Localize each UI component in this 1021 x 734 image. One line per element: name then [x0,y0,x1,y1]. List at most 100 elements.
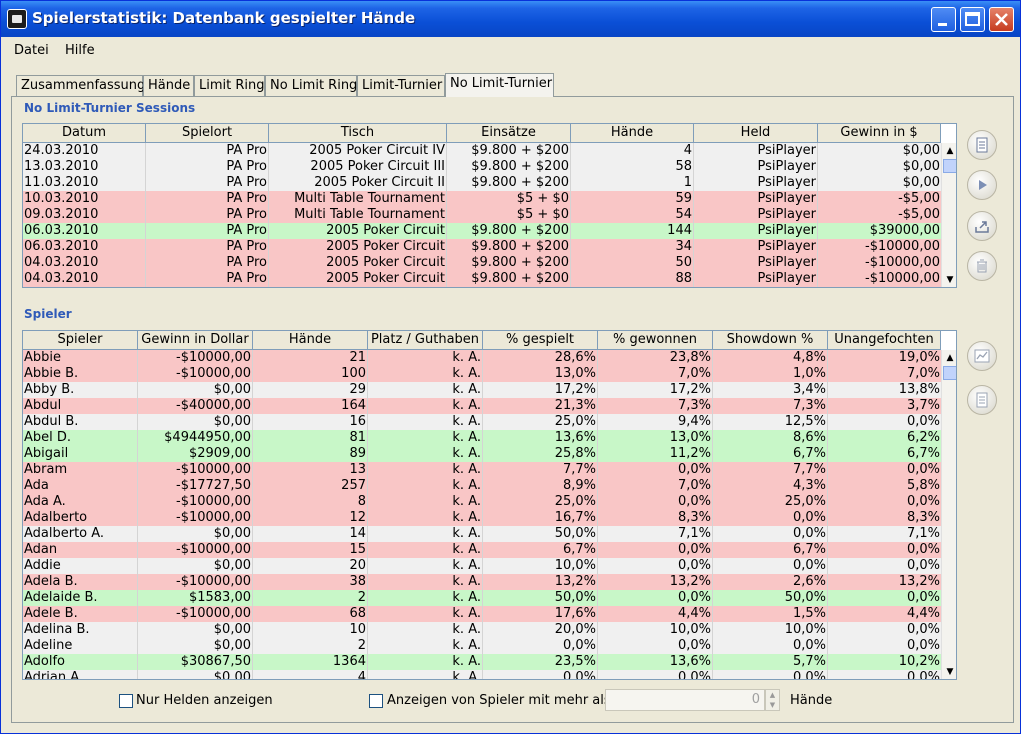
col-spieler[interactable]: Spieler [23,331,138,350]
player-row[interactable]: Abby B. $0,00 29 k. A. 17,2% 17,2% 3,4% 13,8% [23,382,941,398]
player-row[interactable]: Adele B. -$10000,00 68 k. A. 17,6% 4,4% 1,5% 4,… [23,606,941,622]
session-row[interactable]: 10.03.2010 PA Pro Multi Table Tournament $5… [23,191,941,207]
session-row[interactable]: 04.03.2010 PA Pro 2005 Poker Circuit $9.800… [23,255,941,271]
delete-button[interactable] [967,251,997,281]
player-row[interactable]: Adelina B. $0,00 10 k. A. 20,0% 10,0% 10,0% 0,0… [23,622,941,638]
scroll-up-icon[interactable]: ▲ [942,350,956,366]
player-row-cell: -$10000,00 [138,574,253,590]
scroll-down-icon[interactable]: ▼ [942,272,956,287]
player-row-cell: 13,0% [598,430,713,446]
col-unangefochten[interactable]: Unangefochten [828,331,941,350]
session-row-cell: $9.800 + $200 [447,271,571,287]
spin-up-icon[interactable]: ▲ [766,690,779,700]
replay-button[interactable] [967,170,997,200]
player-row-cell: -$10000,00 [138,494,253,510]
sessions-header: Datum Spielort Tisch Einsätze Hände Held… [23,124,941,143]
player-row-cell: Ada [23,478,138,494]
min-hands-stepper[interactable]: ▲ ▼ [765,689,780,711]
col-haende[interactable]: Hände [253,331,368,350]
menu-hilfe[interactable]: Hilfe [65,43,95,58]
tab-no-limit-turnier[interactable]: No Limit-Turnier [445,73,554,97]
session-row[interactable]: 24.03.2010 PA Pro 2005 Poker Circuit IV $9.… [23,143,941,159]
col-gewinn[interactable]: Gewinn in $ [818,124,941,143]
session-row-cell: 06.03.2010 [23,239,146,255]
player-row[interactable]: Abdul -$40000,00 164 k. A. 21,3% 7,3% 7,3% 3,7% [23,398,941,414]
player-row[interactable]: Adalberto A. $0,00 14 k. A. 50,0% 7,1% 0,0% 7,1… [23,526,941,542]
session-row[interactable]: 06.03.2010 PA Pro 2005 Poker Circuit $9.800… [23,239,941,255]
session-row-cell: $39000,00 [869,223,940,238]
session-row-cell: Multi Table Tournament [269,207,447,223]
col-datum[interactable]: Datum [23,124,146,143]
col-showdown[interactable]: Showdown % [713,331,828,350]
player-row-cell: 0,0% [713,526,828,542]
graph-button[interactable] [967,341,997,371]
player-row[interactable]: Adalberto -$10000,00 12 k. A. 16,7% 8,3% 0,0% 8… [23,510,941,526]
session-row-cell: PA Pro [146,223,269,239]
tab-haende[interactable]: Hände [143,75,194,96]
player-row[interactable]: Abdul B. $0,00 16 k. A. 25,0% 9,4% 12,5% 0,0% [23,414,941,430]
col-gespielt[interactable]: % gespielt [483,331,598,350]
player-row[interactable]: Abel D. $4944950,00 81 k. A. 13,6% 13,0% 8,6% 6… [23,430,941,446]
player-row-cell: $0,00 [138,526,253,542]
player-row[interactable]: Ada -$17727,50 257 k. A. 8,9% 7,0% 4,3% 5,8% [23,478,941,494]
only-heroes-checkbox[interactable] [119,694,133,708]
player-row-cell: k. A. [368,414,483,430]
col-einsaetze[interactable]: Einsätze [447,124,571,143]
player-row[interactable]: Addie $0,00 20 k. A. 10,0% 0,0% 0,0% 0,0% [23,558,941,574]
player-row-cell: 50,0% [713,590,828,606]
col-tisch[interactable]: Tisch [269,124,447,143]
player-row[interactable]: Adrian A. $0,00 4 k. A. 0,0% 0,0% 0,0% 0,0% [23,670,941,679]
scroll-thumb[interactable] [943,366,956,380]
players-scrollbar[interactable]: ▲ ▼ [941,350,956,679]
minimize-button[interactable] [931,7,956,32]
player-row-cell: $0,00 [138,382,253,398]
session-row[interactable]: 13.03.2010 PA Pro 2005 Poker Circuit III $9… [23,159,941,175]
tab-zusammenfassung[interactable]: Zusammenfassung [16,75,145,96]
close-button[interactable] [989,7,1014,32]
col-gewinn-dollar[interactable]: Gewinn in Dollar [138,331,253,350]
player-row[interactable]: Abigail $2909,00 89 k. A. 25,8% 11,2% 6,7% 6,7% [23,446,941,462]
player-report-button[interactable] [967,385,997,415]
player-row-cell: 10 [253,622,368,638]
player-row-cell: 0,0% [713,670,828,679]
tab-no-limit-ring[interactable]: No Limit Ring [265,75,357,96]
tab-limit-ring[interactable]: Limit Ring [194,75,265,96]
min-hands-checkbox[interactable] [369,694,383,708]
player-row[interactable]: Adeline $0,00 2 k. A. 0,0% 0,0% 0,0% 0,0% [23,638,941,654]
report-button[interactable] [967,130,997,160]
player-row-cell: k. A. [368,526,483,542]
player-row[interactable]: Ada A. -$10000,00 8 k. A. 25,0% 0,0% 25,0% 0,0% [23,494,941,510]
player-row[interactable]: Adan -$10000,00 15 k. A. 6,7% 0,0% 6,7% 0,0% [23,542,941,558]
player-row[interactable]: Abbie -$10000,00 21 k. A. 28,6% 23,8% 4,8% 19,0… [23,350,941,366]
scroll-thumb[interactable] [943,159,956,173]
scroll-down-icon[interactable]: ▼ [942,664,956,679]
player-row[interactable]: Adelaide B. $1583,00 2 k. A. 50,0% 0,0% 50,0% 0… [23,590,941,606]
sessions-scrollbar[interactable]: ▲ ▼ [941,143,956,287]
player-row[interactable]: Adolfo $30867,50 1364 k. A. 23,5% 13,6% 5,7% 10… [23,654,941,670]
session-row[interactable]: 04.03.2010 PA Pro 2005 Poker Circuit $9.800… [23,271,941,287]
scroll-up-icon[interactable]: ▲ [942,143,956,159]
min-hands-input[interactable]: 0 [605,689,765,711]
player-row[interactable]: Abbie B. -$10000,00 100 k. A. 13,0% 7,0% 1,0% 7… [23,366,941,382]
export-button[interactable] [967,211,997,241]
col-spielort[interactable]: Spielort [146,124,269,143]
player-row-cell: 50,0% [483,526,598,542]
spin-down-icon[interactable]: ▼ [766,700,779,710]
tab-limit-turnier[interactable]: Limit-Turnier [357,75,445,96]
col-platz-guthaben[interactable]: Platz / Guthaben [368,331,483,350]
title-bar[interactable]: Spielerstatistik: Datenbank gespielter H… [1,1,1020,37]
app-icon [7,9,27,29]
session-row[interactable]: 11.03.2010 PA Pro 2005 Poker Circuit II $9.… [23,175,941,191]
player-row[interactable]: Adela B. -$10000,00 38 k. A. 13,2% 13,2% 2,6% 1… [23,574,941,590]
session-row[interactable]: 06.03.2010 PA Pro 2005 Poker Circuit $9.800… [23,223,941,239]
player-row-cell: 0,0% [598,558,713,574]
col-gewonnen[interactable]: % gewonnen [598,331,713,350]
player-row-cell: Ada A. [23,494,138,510]
player-row-cell: 0,0% [598,590,713,606]
player-row[interactable]: Abram -$10000,00 13 k. A. 7,7% 0,0% 7,7% 0,0% [23,462,941,478]
col-haende[interactable]: Hände [571,124,694,143]
session-row[interactable]: 09.03.2010 PA Pro Multi Table Tournament $5… [23,207,941,223]
col-held[interactable]: Held [694,124,818,143]
menu-datei[interactable]: Datei [14,43,49,58]
maximize-button[interactable] [960,7,985,32]
